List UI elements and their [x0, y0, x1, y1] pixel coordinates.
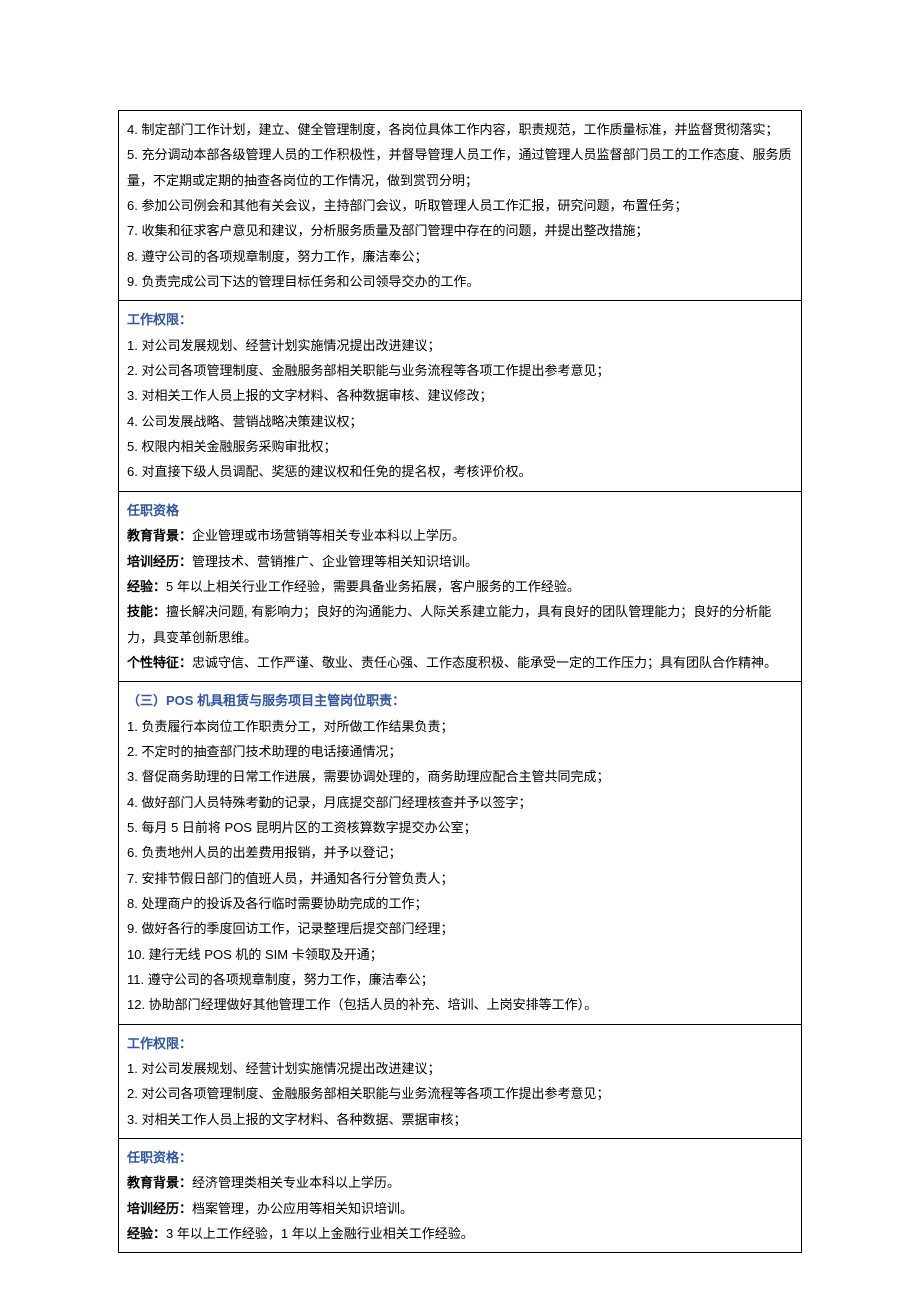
pos-duties-cell: （三）POS 机具租赁与服务项目主管岗位职责： 1. 负责履行本岗位工作职责分工… — [118, 682, 802, 1024]
experience-line-2: 经验：3 年以上工作经验，1 年以上金融行业相关工作经验。 — [127, 1221, 793, 1246]
education-text: 企业管理或市场营销等相关专业本科以上学历。 — [192, 528, 465, 543]
pos-duty-item: 12. 协助部门经理做好其他管理工作（包括人员的补充、培训、上岗安排等工作）。 — [127, 992, 793, 1017]
authority-item: 1. 对公司发展规划、经营计划实施情况提出改进建议； — [127, 1056, 793, 1081]
duties-continued-cell: 4. 制定部门工作计划，建立、健全管理制度，各岗位具体工作内容，职责规范，工作质… — [118, 110, 802, 301]
experience-label: 经验： — [127, 579, 166, 594]
pos-duty-item: 2. 不定时的抽查部门技术助理的电话接通情况； — [127, 739, 793, 764]
duty-item: 7. 收集和征求客户意见和建议，分析服务质量及部门管理中存在的问题，并提出整改措… — [127, 218, 793, 243]
training-text: 管理技术、营销推广、企业管理等相关知识培训。 — [192, 554, 478, 569]
authority-item: 5. 权限内相关金融服务采购审批权； — [127, 434, 793, 459]
authority-heading-2: 工作权限： — [127, 1031, 793, 1056]
pos-duty-item: 1. 负责履行本岗位工作职责分工，对所做工作结果负责； — [127, 714, 793, 739]
duty-item: 6. 参加公司例会和其他有关会议，主持部门会议，听取管理人员工作汇报，研究问题，… — [127, 193, 793, 218]
personality-label: 个性特征： — [127, 655, 192, 670]
training-text-2: 档案管理，办公应用等相关知识培训。 — [192, 1201, 413, 1216]
authority-item: 1. 对公司发展规划、经营计划实施情况提出改进建议； — [127, 333, 793, 358]
personality-line: 个性特征：忠诚守信、工作严谨、敬业、责任心强、工作态度积极、能承受一定的工作压力… — [127, 650, 793, 675]
authority-cell-2: 工作权限： 1. 对公司发展规划、经营计划实施情况提出改进建议； 2. 对公司各… — [118, 1025, 802, 1139]
duty-item: 9. 负责完成公司下达的管理目标任务和公司领导交办的工作。 — [127, 269, 793, 294]
training-label-2: 培训经历： — [127, 1201, 192, 1216]
education-text-2: 经济管理类相关专业本科以上学历。 — [192, 1175, 400, 1190]
pos-duty-item: 5. 每月 5 日前将 POS 昆明片区的工资核算数字提交办公室； — [127, 815, 793, 840]
pos-duty-item: 8. 处理商户的投诉及各行临时需要协助完成的工作； — [127, 891, 793, 916]
qualification-heading-2: 任职资格： — [127, 1145, 793, 1170]
pos-duty-item: 6. 负责地州人员的出差费用报销，并予以登记； — [127, 840, 793, 865]
skill-text: 擅长解决问题, 有影响力；良好的沟通能力、人际关系建立能力，具有良好的团队管理能… — [127, 604, 771, 644]
authority-item: 4. 公司发展战略、营销战略决策建议权； — [127, 409, 793, 434]
qualification-cell-1: 任职资格 教育背景：企业管理或市场营销等相关专业本科以上学历。 培训经历：管理技… — [118, 492, 802, 682]
pos-duty-item: 11. 遵守公司的各项规章制度，努力工作，廉洁奉公； — [127, 967, 793, 992]
pos-duty-item: 4. 做好部门人员特殊考勤的记录，月底提交部门经理核查并予以签字； — [127, 790, 793, 815]
authority-cell-1: 工作权限： 1. 对公司发展规划、经营计划实施情况提出改进建议； 2. 对公司各… — [118, 301, 802, 491]
experience-line: 经验：5 年以上相关行业工作经验，需要具备业务拓展，客户服务的工作经验。 — [127, 574, 793, 599]
authority-item: 6. 对直接下级人员调配、奖惩的建议权和任免的提名权，考核评价权。 — [127, 459, 793, 484]
training-line: 培训经历：管理技术、营销推广、企业管理等相关知识培训。 — [127, 549, 793, 574]
education-line-2: 教育背景：经济管理类相关专业本科以上学历。 — [127, 1170, 793, 1195]
personality-text: 忠诚守信、工作严谨、敬业、责任心强、工作态度积极、能承受一定的工作压力；具有团队… — [192, 655, 777, 670]
education-label-2: 教育背景： — [127, 1175, 192, 1190]
document-page: 4. 制定部门工作计划，建立、健全管理制度，各岗位具体工作内容，职责规范，工作质… — [0, 0, 920, 1313]
pos-duty-item: 7. 安排节假日部门的值班人员，并通知各行分管负责人； — [127, 866, 793, 891]
experience-text-2: 3 年以上工作经验，1 年以上金融行业相关工作经验。 — [166, 1226, 474, 1241]
training-label: 培训经历： — [127, 554, 192, 569]
training-line-2: 培训经历：档案管理，办公应用等相关知识培训。 — [127, 1196, 793, 1221]
authority-item: 2. 对公司各项管理制度、金融服务部相关职能与业务流程等各项工作提出参考意见； — [127, 358, 793, 383]
authority-item: 2. 对公司各项管理制度、金融服务部相关职能与业务流程等各项工作提出参考意见； — [127, 1081, 793, 1106]
duty-item: 5. 充分调动本部各级管理人员的工作积极性，并督导管理人员工作，通过管理人员监督… — [127, 142, 793, 193]
duty-item: 8. 遵守公司的各项规章制度，努力工作，廉洁奉公； — [127, 244, 793, 269]
qualification-heading: 任职资格 — [127, 498, 793, 523]
experience-text: 5 年以上相关行业工作经验，需要具备业务拓展，客户服务的工作经验。 — [166, 579, 580, 594]
education-line: 教育背景：企业管理或市场营销等相关专业本科以上学历。 — [127, 523, 793, 548]
experience-label-2: 经验： — [127, 1226, 166, 1241]
authority-heading: 工作权限： — [127, 307, 793, 332]
education-label: 教育背景： — [127, 528, 192, 543]
pos-duty-item: 3. 督促商务助理的日常工作进展，需要协调处理的，商务助理应配合主管共同完成； — [127, 764, 793, 789]
authority-item: 3. 对相关工作人员上报的文字材料、各种数据审核、建议修改； — [127, 383, 793, 408]
pos-duties-heading: （三）POS 机具租赁与服务项目主管岗位职责： — [127, 688, 793, 713]
authority-item: 3. 对相关工作人员上报的文字材料、各种数据、票据审核； — [127, 1107, 793, 1132]
pos-duty-item: 10. 建行无线 POS 机的 SIM 卡领取及开通； — [127, 942, 793, 967]
qualification-cell-2: 任职资格： 教育背景：经济管理类相关专业本科以上学历。 培训经历：档案管理，办公… — [118, 1139, 802, 1253]
skill-line: 技能：擅长解决问题, 有影响力；良好的沟通能力、人际关系建立能力，具有良好的团队… — [127, 599, 793, 650]
pos-duty-item: 9. 做好各行的季度回访工作，记录整理后提交部门经理； — [127, 916, 793, 941]
skill-label: 技能： — [127, 604, 166, 619]
duty-item: 4. 制定部门工作计划，建立、健全管理制度，各岗位具体工作内容，职责规范，工作质… — [127, 117, 793, 142]
